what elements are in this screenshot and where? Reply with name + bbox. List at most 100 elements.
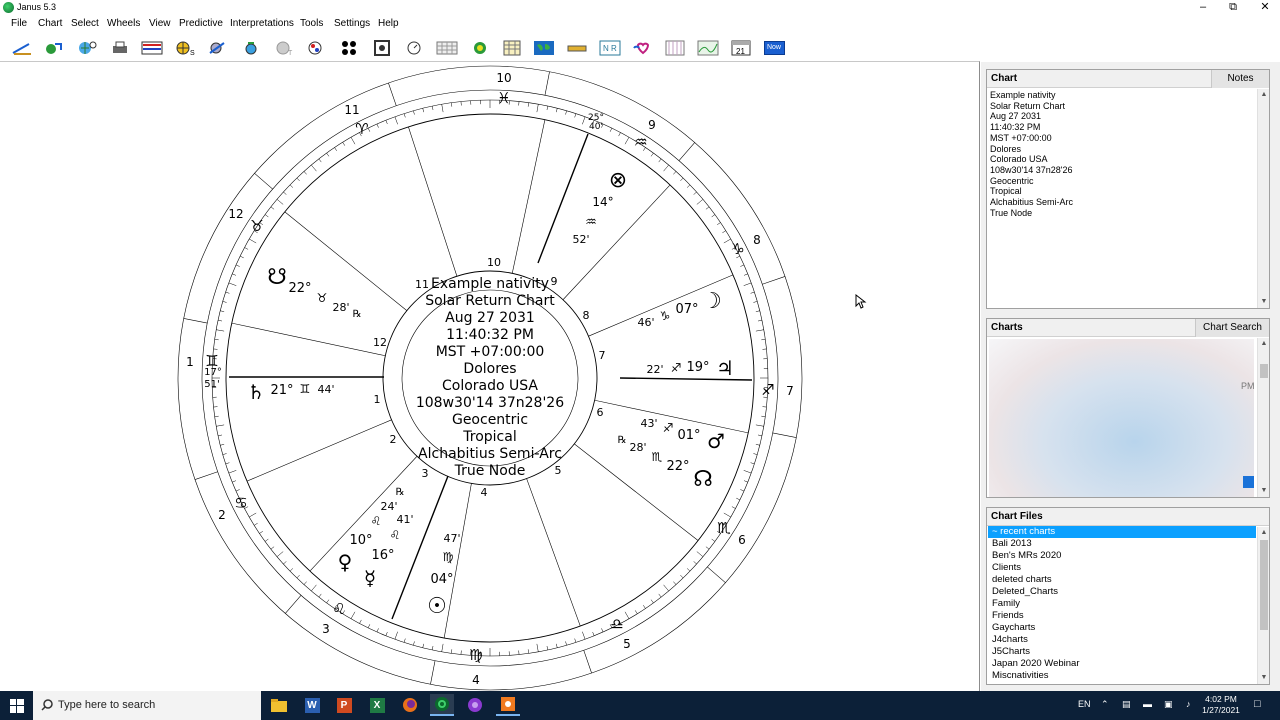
purple-app-icon[interactable] <box>463 694 487 716</box>
firefox-icon[interactable] <box>398 694 422 716</box>
file-folder-item[interactable]: Miscnativities <box>988 670 1256 682</box>
nr-icon[interactable]: N R <box>599 39 621 57</box>
file-folder-item[interactable]: J5Charts <box>988 646 1256 658</box>
orange-app-icon[interactable] <box>496 694 520 716</box>
file-folder-item[interactable]: Family <box>988 598 1256 610</box>
transit-icon[interactable] <box>207 39 229 57</box>
cusp-1-minute: 51' <box>204 379 219 390</box>
tray-device-icon[interactable]: ▤ <box>1122 699 1131 710</box>
table-icon[interactable] <box>501 39 523 57</box>
calendar-icon[interactable]: 21 <box>730 39 752 57</box>
info-line: Tropical <box>990 186 1022 197</box>
globe-search-icon[interactable] <box>76 39 98 57</box>
powerpoint-icon[interactable]: P <box>332 694 356 716</box>
file-folder-item[interactable]: J4charts <box>988 634 1256 646</box>
scroll-thumb[interactable] <box>1260 364 1268 378</box>
chart-info-text[interactable]: Example nativity Solar Return Chart Aug … <box>990 90 1073 218</box>
tray-volume-icon[interactable]: ♪ <box>1186 699 1191 709</box>
file-folder-item[interactable]: Deleted_Charts <box>988 586 1256 598</box>
degree-tick <box>658 593 662 598</box>
scroll-up-icon[interactable]: ▲ <box>1258 338 1270 350</box>
tray-network-icon[interactable]: ▣ <box>1164 699 1173 710</box>
colored-wheel-icon[interactable] <box>305 39 327 57</box>
tray-battery-icon[interactable]: ▬ <box>1143 699 1152 709</box>
blurred-chart-list[interactable] <box>989 339 1254 497</box>
progress-icon[interactable] <box>240 39 262 57</box>
green-target-icon[interactable] <box>469 39 491 57</box>
chart-info-scrollbar[interactable]: ▲ ▼ <box>1257 89 1269 308</box>
quad-dots-icon[interactable] <box>338 39 360 57</box>
minimize-button[interactable]: – <box>1188 0 1218 16</box>
excel-icon[interactable]: X <box>365 694 389 716</box>
menu-wheels[interactable]: Wheels <box>107 18 140 29</box>
open-chart-icon[interactable] <box>43 39 65 57</box>
inner-house-2: 2 <box>390 433 397 446</box>
new-chart-icon[interactable] <box>11 39 33 57</box>
chart-wheel[interactable]: 10 9 8 7 6 5 4 3 2 1 12 11 10 9 8 7 6 5 … <box>0 62 980 692</box>
key-icon[interactable] <box>566 39 588 57</box>
svg-text:14°: 14° <box>592 195 613 209</box>
start-button[interactable] <box>0 691 33 720</box>
scroll-down-icon[interactable]: ▼ <box>1258 485 1270 497</box>
scroll-down-icon[interactable]: ▼ <box>1258 296 1270 308</box>
word-icon[interactable]: W <box>300 694 324 716</box>
notes-button[interactable]: Notes <box>1211 70 1269 88</box>
flag-icon[interactable] <box>141 39 163 57</box>
chart-files-list[interactable]: ~ recent charts Bali 2013 Ben's MRs 2020… <box>988 526 1256 682</box>
grid-icon[interactable] <box>436 39 458 57</box>
menu-interpretations[interactable]: Interpretations <box>230 18 294 29</box>
janus-taskbar-icon[interactable] <box>430 694 454 716</box>
file-folder-item[interactable]: Clients <box>988 562 1256 574</box>
degree-tick <box>723 512 731 518</box>
menu-help[interactable]: Help <box>378 18 399 29</box>
file-folder-item[interactable]: Friends <box>988 610 1256 622</box>
now-button[interactable]: Now <box>763 39 785 57</box>
center-line-6: Dolores <box>463 361 516 377</box>
restore-button[interactable]: ⧉ <box>1218 0 1248 16</box>
language-indicator[interactable]: EN <box>1078 699 1091 709</box>
file-folder-item[interactable]: Bali 2013 <box>988 538 1256 550</box>
chart-search-button[interactable]: Chart Search <box>1195 319 1269 337</box>
grey-wheel-icon[interactable]: T <box>273 39 295 57</box>
frame-icon[interactable] <box>371 39 393 57</box>
menu-settings[interactable]: Settings <box>334 18 370 29</box>
graph-icon[interactable] <box>697 39 719 57</box>
file-folder-item[interactable]: ~ recent charts <box>988 526 1256 538</box>
chart-files-scrollbar[interactable]: ▲ ▼ <box>1257 527 1269 684</box>
menu-chart[interactable]: Chart <box>38 18 62 29</box>
part-of-fortune-icon: ⊗ <box>609 168 627 193</box>
file-folder-item[interactable]: Gaycharts <box>988 622 1256 634</box>
notifications-icon[interactable]: □ <box>1254 698 1261 710</box>
degree-tick <box>222 453 227 455</box>
taskbar-search-box[interactable]: Type here to search <box>33 691 261 720</box>
scroll-down-icon[interactable]: ▼ <box>1258 672 1270 684</box>
menu-file[interactable]: File <box>11 18 27 29</box>
hearts-icon[interactable] <box>632 39 654 57</box>
tray-chevron-up-icon[interactable]: ⌃ <box>1101 699 1109 710</box>
print-icon[interactable] <box>109 39 131 57</box>
degree-tick <box>385 120 388 125</box>
scroll-up-icon[interactable]: ▲ <box>1258 527 1270 539</box>
menu-predictive[interactable]: Predictive <box>179 18 223 29</box>
menu-tools[interactable]: Tools <box>300 18 323 29</box>
menu-select[interactable]: Select <box>71 18 99 29</box>
cusp-5-libra-icon: ♎ <box>610 615 623 633</box>
taskbar-clock[interactable]: 4:02 PM 1/27/2021 <box>1195 694 1247 716</box>
file-folder-item[interactable]: deleted charts <box>988 574 1256 586</box>
wheel-s-icon[interactable]: S <box>174 39 196 57</box>
menu-view[interactable]: View <box>149 18 171 29</box>
degree-tick <box>743 282 752 286</box>
scroll-up-icon[interactable]: ▲ <box>1258 89 1270 101</box>
clock-icon[interactable] <box>403 39 425 57</box>
degree-tick <box>761 339 766 341</box>
chart-wheel-area[interactable]: 10 9 8 7 6 5 4 3 2 1 12 11 10 9 8 7 6 5 … <box>0 61 980 691</box>
charts-scrollbar[interactable]: ▲ ▼ <box>1257 338 1269 497</box>
close-button[interactable]: ✕ <box>1250 0 1280 16</box>
south-node-icon: ☋ <box>267 265 287 290</box>
file-explorer-icon[interactable] <box>267 694 291 716</box>
file-folder-item[interactable]: Ben's MRs 2020 <box>988 550 1256 562</box>
list-icon[interactable] <box>664 39 686 57</box>
file-folder-item[interactable]: Japan 2020 Webinar <box>988 658 1256 670</box>
scroll-thumb[interactable] <box>1260 540 1268 630</box>
world-map-icon[interactable] <box>533 39 555 57</box>
